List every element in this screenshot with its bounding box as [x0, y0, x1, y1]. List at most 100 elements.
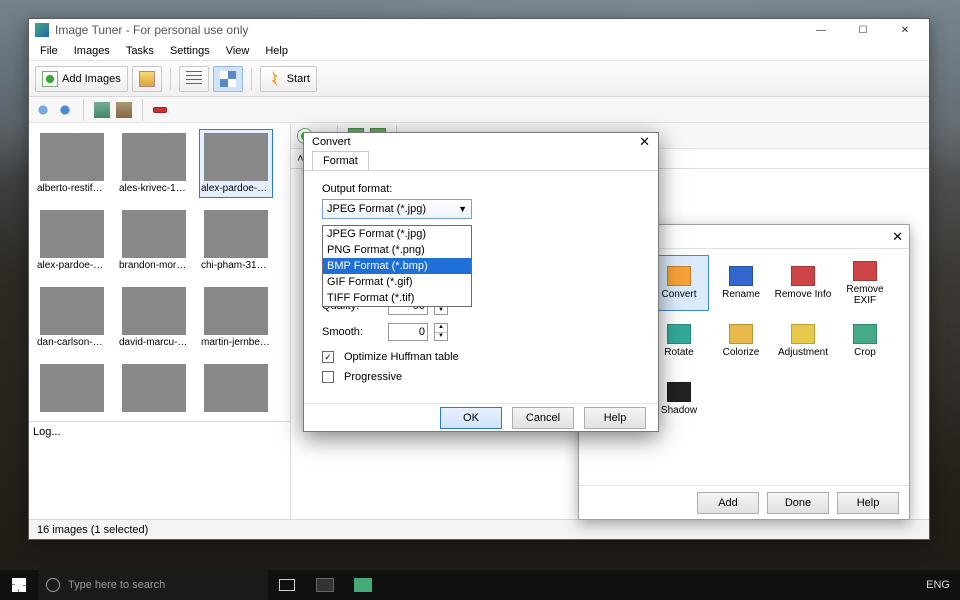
- format-option[interactable]: GIF Format (*.gif): [323, 274, 471, 290]
- task-label: Remove Info: [775, 289, 832, 300]
- cortana-icon: [46, 578, 60, 592]
- taskbar-search[interactable]: Type here to search: [38, 570, 268, 600]
- menu-file[interactable]: File: [33, 43, 65, 59]
- task-item-adjustment[interactable]: Adjustment: [773, 313, 833, 369]
- view-list-button[interactable]: [179, 66, 209, 92]
- eye-icon[interactable]: [35, 102, 51, 118]
- smooth-stepper[interactable]: ▲▼: [434, 323, 448, 341]
- taskbar-tray[interactable]: ENG: [916, 579, 960, 591]
- task-icon: [791, 266, 815, 286]
- menu-images[interactable]: Images: [67, 43, 117, 59]
- task-item-colorize[interactable]: Colorize: [711, 313, 771, 369]
- thumbnail-image: [122, 364, 186, 412]
- remove-icon[interactable]: [153, 107, 167, 113]
- dialog-help-label: Help: [604, 412, 627, 424]
- view-thumbs-button[interactable]: [213, 66, 243, 92]
- thumbnail-item[interactable]: alberto-restifo-...: [35, 129, 109, 198]
- main-toolbar: Add Images Start: [29, 61, 929, 97]
- thumbnail-item[interactable]: ales-krivec-188...: [117, 129, 191, 198]
- maximize-button[interactable]: ☐: [845, 19, 881, 41]
- help-button[interactable]: Help: [837, 492, 899, 514]
- task-label: Rotate: [664, 347, 693, 358]
- thumbnail-item[interactable]: brandon-morga...: [117, 206, 191, 275]
- language-indicator[interactable]: ENG: [926, 579, 950, 591]
- task-item-rename[interactable]: Rename: [711, 255, 771, 311]
- add-folder-button[interactable]: [132, 66, 162, 92]
- thumbnail-item[interactable]: [199, 360, 273, 418]
- format-option[interactable]: JPEG Format (*.jpg): [323, 226, 471, 242]
- smooth-input[interactable]: [388, 323, 428, 341]
- format-option[interactable]: BMP Format (*.bmp): [323, 258, 471, 274]
- search-placeholder: Type here to search: [68, 579, 165, 591]
- progressive-label: Progressive: [344, 371, 402, 383]
- output-format-dropdown[interactable]: JPEG Format (*.jpg)PNG Format (*.png)BMP…: [322, 225, 472, 307]
- thumbnail-item[interactable]: alex-pardoe-32...: [35, 206, 109, 275]
- toolbar-separator: [83, 99, 84, 121]
- task-label: Adjustment: [778, 347, 828, 358]
- thumbnail-image: [40, 287, 104, 335]
- thumbnail-item[interactable]: martin-jernberg...: [199, 283, 273, 352]
- taskbar-app-1[interactable]: [306, 570, 344, 600]
- start-button[interactable]: Start: [260, 66, 317, 92]
- thumbnail-item[interactable]: dan-carlson-141...: [35, 283, 109, 352]
- ok-button[interactable]: OK: [440, 407, 502, 429]
- task-item-crop[interactable]: Crop: [835, 313, 895, 369]
- task-view-icon: [279, 579, 295, 591]
- thumbnail-image: [204, 133, 268, 181]
- task-chooser-buttons: Add Done Help: [579, 485, 909, 519]
- cancel-button[interactable]: Cancel: [512, 407, 574, 429]
- progressive-checkbox[interactable]: [322, 371, 334, 383]
- toolbar-separator: [251, 68, 252, 90]
- output-format-combobox[interactable]: JPEG Format (*.jpg) ▼: [322, 199, 472, 219]
- output-format-value: JPEG Format (*.jpg): [327, 203, 426, 215]
- smooth-label: Smooth:: [322, 326, 382, 338]
- thumbnail-item[interactable]: david-marcu-20...: [117, 283, 191, 352]
- add-button[interactable]: Add: [697, 492, 759, 514]
- toolbar-separator: [142, 99, 143, 121]
- add-images-button[interactable]: Add Images: [35, 66, 128, 92]
- close-button[interactable]: ✕: [887, 19, 923, 41]
- tab-format-label: Format: [323, 155, 358, 167]
- format-option[interactable]: TIFF Format (*.tif): [323, 290, 471, 306]
- menu-settings[interactable]: Settings: [163, 43, 217, 59]
- tab-format[interactable]: Format: [312, 151, 369, 170]
- add-images-icon: [42, 71, 58, 87]
- windows-taskbar[interactable]: Type here to search ENG: [0, 570, 960, 600]
- optimize-checkbox[interactable]: ✓: [322, 351, 334, 363]
- thumbnail-image: [122, 133, 186, 181]
- thumbnail-label: brandon-morga...: [119, 260, 189, 271]
- thumbnail-grid[interactable]: alberto-restifo-...ales-krivec-188...ale…: [29, 123, 290, 421]
- thumbnail-pane: alberto-restifo-...ales-krivec-188...ale…: [29, 123, 291, 519]
- thumbnail-item[interactable]: chi-pham-31627...: [199, 206, 273, 275]
- thumbnail-item[interactable]: [117, 360, 191, 418]
- thumbnail-image: [204, 287, 268, 335]
- thumbnail-image: [40, 210, 104, 258]
- titlebar[interactable]: Image Tuner - For personal use only — ☐ …: [29, 19, 929, 41]
- start-button[interactable]: [0, 570, 38, 600]
- minimize-button[interactable]: —: [803, 19, 839, 41]
- format-option[interactable]: PNG Format (*.png): [323, 242, 471, 258]
- dialog-title: Convert: [312, 136, 351, 148]
- select-none-icon[interactable]: [116, 102, 132, 118]
- task-label: Crop: [854, 347, 876, 358]
- secondary-toolbar: [29, 97, 929, 123]
- dialog-help-button[interactable]: Help: [584, 407, 646, 429]
- select-all-icon[interactable]: [94, 102, 110, 118]
- log-panel: Log...: [29, 421, 290, 519]
- done-button[interactable]: Done: [767, 492, 829, 514]
- close-icon[interactable]: ✕: [892, 229, 903, 245]
- thumbnail-item[interactable]: alex-pardoe-32...: [199, 129, 273, 198]
- close-icon[interactable]: ✕: [639, 134, 650, 150]
- menu-tasks[interactable]: Tasks: [119, 43, 161, 59]
- thumbnail-image: [40, 133, 104, 181]
- menu-view[interactable]: View: [219, 43, 257, 59]
- task-item-remove-info[interactable]: Remove Info: [773, 255, 833, 311]
- task-view-button[interactable]: [268, 570, 306, 600]
- menu-help[interactable]: Help: [258, 43, 295, 59]
- thumbnail-item[interactable]: [35, 360, 109, 418]
- taskbar-app-2[interactable]: [344, 570, 382, 600]
- task-icon: [853, 261, 877, 281]
- info-icon[interactable]: [57, 102, 73, 118]
- dialog-titlebar[interactable]: Convert ✕: [304, 133, 658, 151]
- task-item-remove-exif[interactable]: Remove EXIF: [835, 255, 895, 311]
